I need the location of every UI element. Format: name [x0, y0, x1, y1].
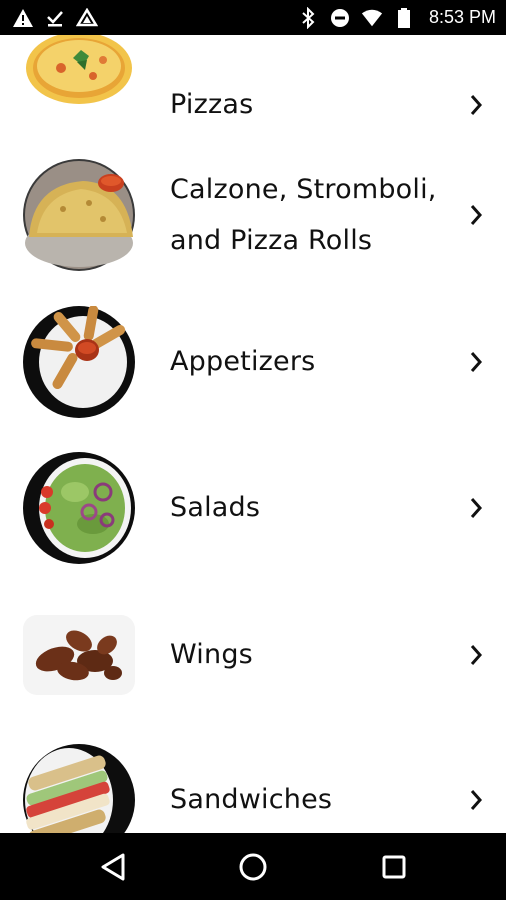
category-label: Wings: [170, 639, 253, 670]
calzone-image: [23, 159, 135, 271]
back-button[interactable]: [95, 849, 131, 885]
chevron-right-icon: [470, 205, 483, 225]
category-label-line-1: Calzone, Stromboli,: [170, 174, 437, 205]
appetizers-image: [23, 306, 135, 418]
wings-image: [23, 615, 135, 695]
menu-category-salads[interactable]: Salads: [0, 443, 506, 573]
navigation-bar: [0, 833, 506, 900]
bluetooth-icon: [297, 6, 319, 29]
recents-button[interactable]: [376, 849, 412, 885]
chevron-right-icon: [470, 352, 483, 372]
wifi-icon: [361, 7, 383, 29]
battery-icon: [393, 7, 415, 29]
recents-icon: [382, 855, 406, 879]
category-label: Pizzas: [170, 89, 254, 120]
chevron-right-icon: [470, 95, 483, 115]
chevron-right-icon: [470, 645, 483, 665]
chevron-right-icon: [470, 498, 483, 518]
download-done-icon: [44, 7, 66, 29]
do-not-disturb-icon: [329, 7, 351, 29]
menu-category-pizzas[interactable]: Pizzas: [0, 35, 506, 140]
status-bar: 8:53 PM: [0, 0, 506, 35]
menu-category-wings[interactable]: Wings: [0, 590, 506, 720]
home-icon: [239, 853, 267, 881]
menu-category-sandwiches[interactable]: Sandwiches: [0, 735, 506, 833]
category-label-line-2: and Pizza Rolls: [170, 225, 373, 256]
drive-icon: [76, 7, 98, 29]
category-label: Appetizers: [170, 346, 316, 377]
status-left-icons: [12, 7, 98, 29]
home-button[interactable]: [235, 849, 271, 885]
salad-image: [23, 452, 135, 564]
category-label: Salads: [170, 492, 261, 523]
warning-icon: [12, 7, 34, 29]
sandwich-image: [23, 744, 135, 833]
category-label: Sandwiches: [170, 784, 333, 815]
status-right-icons: 8:53 PM: [297, 6, 496, 29]
menu-category-calzone[interactable]: Calzone, Stromboli, and Pizza Rolls: [0, 150, 506, 280]
menu-category-appetizers[interactable]: Appetizers: [0, 297, 506, 427]
menu-category-list[interactable]: Pizzas Calzone, Stromboli, and Pizza Rol…: [0, 35, 506, 833]
clock: 8:53 PM: [428, 7, 496, 27]
pizza-image: [26, 35, 132, 104]
back-icon: [101, 853, 125, 881]
chevron-right-icon: [470, 790, 483, 810]
